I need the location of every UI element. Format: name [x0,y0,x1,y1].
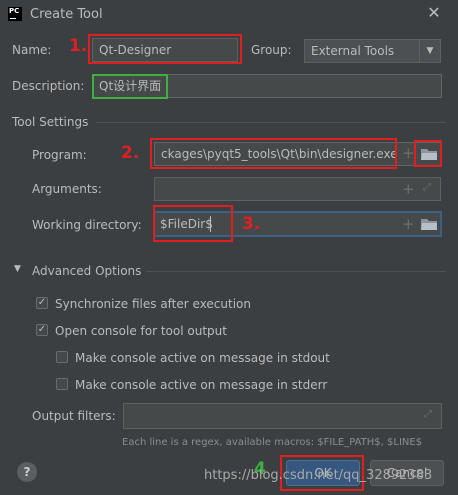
annotation-box-name [88,34,242,64]
group-select-value: External Tools [311,44,395,58]
sync-checkbox[interactable]: ✓ [36,297,48,309]
output-filters-label: Output filters: [32,409,116,423]
console-checkbox-label: Open console for tool output [55,324,227,338]
name-label: Name: [12,43,52,57]
annotation-box-program [150,138,397,169]
description-label: Description: [12,79,85,93]
stdout-checkbox-label: Make console active on message in stdout [75,351,330,365]
output-filters-field[interactable] [123,403,442,429]
working-directory-label: Working directory: [32,218,142,232]
section-divider [146,271,446,272]
arguments-field[interactable] [154,177,441,201]
output-filters-hint: Each line is a regex, available macros: … [122,437,423,448]
title-bar: PC Create Tool ✕ [0,0,458,30]
program-label: Program: [32,148,87,162]
group-select[interactable]: External Tools ▼ [304,39,441,63]
sync-checkbox-label: Synchronize files after execution [55,297,251,311]
tool-settings-heading: Tool Settings [12,115,89,129]
expand-icon[interactable]: ⤢ [424,409,432,420]
close-icon[interactable]: ✕ [425,4,443,22]
pycharm-app-icon: PC [8,7,22,21]
chevron-down-icon: ▼ [419,40,440,62]
folder-icon[interactable] [421,218,437,230]
console-checkbox[interactable]: ✓ [36,324,48,336]
stderr-checkbox[interactable] [56,378,68,390]
advanced-options-heading[interactable]: Advanced Options [32,264,141,278]
group-label: Group: [251,43,292,57]
watermark: https://blog.csdn.net/qq_32892383 [204,468,433,483]
description-value: Qt设计界面 [92,74,168,99]
stdout-checkbox[interactable] [56,351,68,363]
stderr-checkbox-label: Make console active on message in stderr [75,378,328,392]
annotation-box-working-directory [153,205,233,242]
insert-macro-icon[interactable]: + [402,144,415,162]
help-icon[interactable]: ? [17,462,37,482]
dialog-title: Create Tool [30,7,103,22]
folder-icon[interactable] [421,148,437,160]
expand-icon[interactable]: ⤢ [423,182,431,193]
annotation-number-1: 1. [69,36,88,56]
insert-macro-icon[interactable]: + [402,180,415,198]
collapse-triangle-icon[interactable]: ▼ [14,264,21,274]
annotation-number-2: 2. [121,143,140,163]
insert-macro-icon[interactable]: + [402,215,415,233]
section-divider [96,122,446,123]
arguments-label: Arguments: [32,182,102,196]
annotation-number-3: 3. [242,214,261,234]
